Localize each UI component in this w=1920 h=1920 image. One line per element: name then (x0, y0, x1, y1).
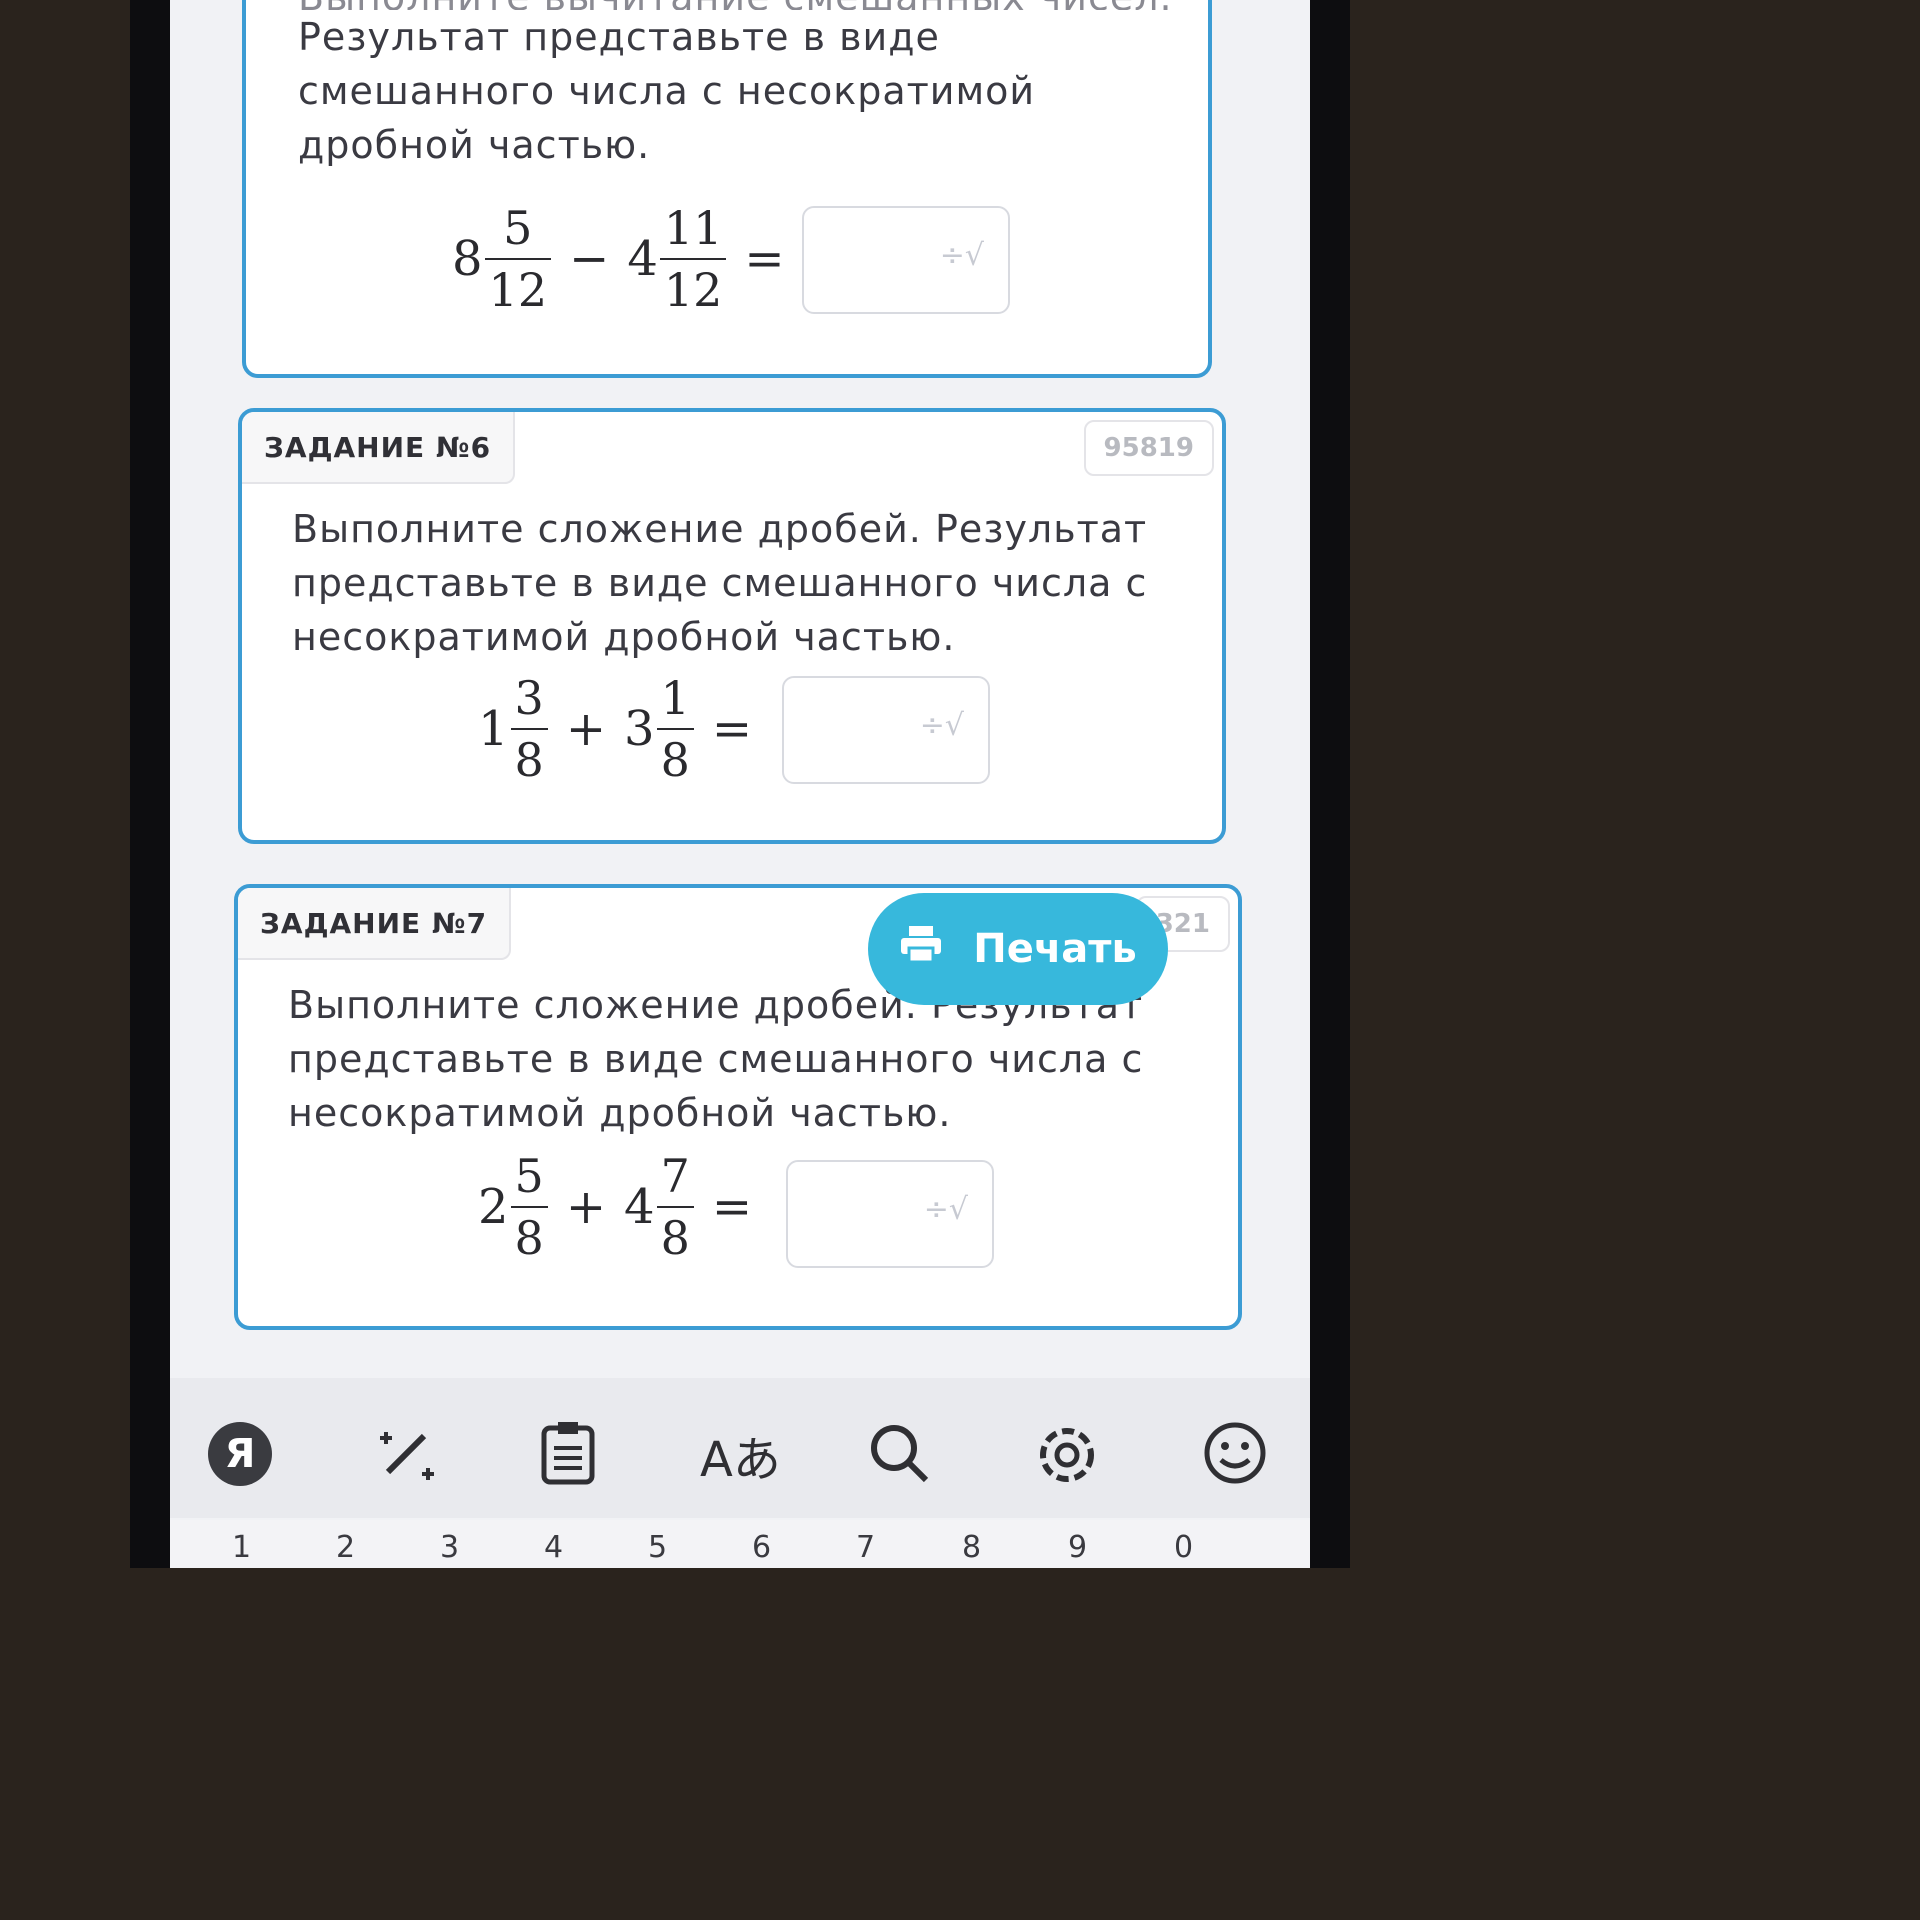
task-text: Выполните вычитание смешанных чисел. Рез… (298, 0, 1173, 172)
whole-part: 4 (627, 231, 658, 287)
whole-part: 1 (478, 701, 509, 757)
numerator: 5 (514, 1149, 544, 1203)
equals-sign: = (711, 1179, 753, 1235)
fraction: 5 8 (510, 1149, 548, 1265)
task-header: ЗАДАНИЕ №6 (242, 412, 516, 484)
fraction: 5 12 (484, 201, 552, 317)
math-expression: 1 3 8 + 3 1 8 = (478, 672, 770, 786)
search-icon[interactable] (866, 1420, 932, 1500)
formula-icon: ÷√ (919, 708, 964, 743)
task-text-line: смешанного числа с несократимой (298, 69, 1036, 113)
formula-icon: ÷√ (923, 1192, 968, 1227)
key-0[interactable]: 0 (1174, 1530, 1193, 1565)
printer-icon (899, 924, 943, 974)
key-6[interactable]: 6 (752, 1530, 771, 1565)
plus-operator: + (565, 701, 607, 757)
task-text: Выполните сложение дробей. Результат пре… (292, 502, 1147, 664)
key-9[interactable]: 9 (1068, 1530, 1087, 1565)
clipboard-icon[interactable] (538, 1420, 598, 1500)
whole-part: 2 (478, 1179, 509, 1235)
answer-input[interactable]: ÷√ (802, 206, 1010, 314)
fraction: 1 8 (656, 671, 694, 787)
answer-input[interactable]: ÷√ (786, 1160, 994, 1268)
key-4[interactable]: 4 (544, 1530, 563, 1565)
fraction-bar (659, 258, 727, 260)
key-5[interactable]: 5 (648, 1530, 667, 1565)
task-text-line: представьте в виде смешанного числа с (288, 1037, 1144, 1081)
key-3[interactable]: 3 (440, 1530, 459, 1565)
task-text-line: представьте в виде смешанного числа с (292, 561, 1148, 605)
key-2[interactable]: 2 (336, 1530, 355, 1565)
whole-part: 3 (624, 701, 655, 757)
answer-input[interactable]: ÷√ (782, 676, 990, 784)
numerator: 1 (660, 671, 690, 725)
denominator: 8 (660, 1211, 690, 1265)
fraction: 3 8 (510, 671, 548, 787)
task-text-line: Результат представьте в виде (298, 15, 940, 59)
emoji-icon[interactable] (1202, 1420, 1268, 1500)
key-1[interactable]: 1 (232, 1530, 251, 1565)
task-id-badge: 95819 (1083, 420, 1214, 476)
plus-operator: + (565, 1179, 607, 1235)
numerator: 11 (663, 201, 723, 255)
task-header: ЗАДАНИЕ №7 (238, 888, 512, 960)
denominator: 8 (514, 1211, 544, 1265)
denominator: 12 (488, 263, 548, 317)
task-text-line: дробной частью. (298, 123, 651, 167)
equals-sign: = (711, 701, 753, 757)
fraction-bar (510, 728, 548, 730)
fraction-bar (484, 258, 552, 260)
task-card-5: Выполните вычитание смешанных чисел. Рез… (242, 0, 1212, 378)
task-text-line: несократимой дробной частью. (292, 615, 956, 659)
yandex-icon[interactable]: Я (208, 1422, 272, 1486)
denominator: 8 (514, 733, 544, 787)
numerator: 3 (514, 671, 544, 725)
math-expression: 2 5 8 + 4 7 8 = (478, 1150, 770, 1264)
magic-wand-icon[interactable] (374, 1420, 440, 1500)
math-expression: 8 5 12 − 4 11 12 = (452, 202, 803, 316)
print-button-label: Печать (973, 926, 1137, 972)
print-button[interactable]: Печать (868, 893, 1168, 1005)
task-card-6: ЗАДАНИЕ №6 95819 Выполните сложение дроб… (238, 408, 1226, 844)
denominator: 12 (663, 263, 723, 317)
numerator: 5 (503, 201, 533, 255)
gear-icon[interactable] (1032, 1420, 1102, 1504)
task-text-line: несократимой дробной частью. (288, 1091, 952, 1135)
task-text-line: Выполните вычитание смешанных чисел. (298, 0, 1173, 10)
fraction-bar (510, 1206, 548, 1208)
task-text-line: Выполните сложение дробей. Результат (292, 507, 1148, 551)
minus-operator: − (569, 231, 610, 287)
formula-icon: ÷√ (939, 238, 984, 273)
fraction: 11 12 (659, 201, 727, 317)
denominator: 8 (660, 733, 690, 787)
fraction-bar (656, 1206, 694, 1208)
key-8[interactable]: 8 (962, 1530, 981, 1565)
fraction: 7 8 (656, 1149, 694, 1265)
translate-icon[interactable]: Aあ (700, 1420, 781, 1490)
equals-sign: = (744, 231, 785, 287)
whole-part: 8 (452, 231, 483, 287)
key-7[interactable]: 7 (856, 1530, 875, 1565)
fraction-bar (656, 728, 694, 730)
numerator: 7 (660, 1149, 690, 1203)
whole-part: 4 (624, 1179, 655, 1235)
